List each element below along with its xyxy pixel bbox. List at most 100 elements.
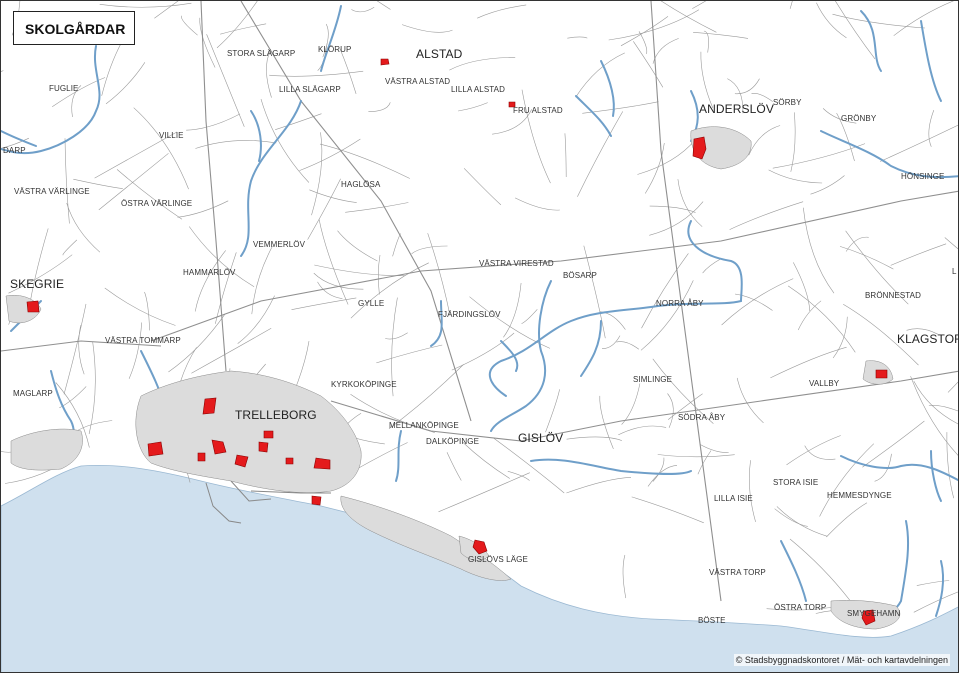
map[interactable]: SKOLGÅRDAR TRELLEBORG ANDERSLÖV GISLÖV S…: [0, 0, 959, 673]
place-label: LILLA SLÄGARP: [279, 85, 341, 94]
place-label: LILLA ISIE: [714, 494, 753, 503]
school-yard: [147, 441, 164, 457]
place-label: FJÄRDINGSLÖV: [438, 310, 501, 319]
road-line: [503, 282, 522, 338]
place-label: GYLLE: [358, 299, 385, 308]
road-line: [411, 245, 448, 254]
road-line: [748, 125, 781, 156]
road-line: [388, 364, 464, 429]
road-line: [181, 15, 198, 36]
road-line: [631, 496, 704, 524]
school-yard: [26, 300, 40, 313]
road-line: [215, 252, 237, 324]
road-line: [376, 344, 443, 364]
road-line: [649, 201, 704, 236]
road-line: [64, 138, 70, 224]
road-line: [345, 202, 409, 213]
road-line: [577, 111, 624, 197]
road-line: [463, 168, 502, 206]
road-line: [928, 109, 935, 147]
place-label: L: [952, 267, 957, 276]
place-label: VÄSTRA TORP: [709, 568, 766, 577]
place-label: VÄSTRA VÄRLINGE: [14, 187, 90, 196]
road-line: [700, 51, 714, 109]
road-line: [62, 239, 78, 256]
road-line: [793, 262, 811, 312]
road-line: [944, 237, 958, 250]
road-line: [216, 1, 258, 49]
road-line: [832, 316, 848, 359]
place-label: HAMMARLÖV: [183, 268, 236, 277]
place-label: VALLBY: [809, 379, 840, 388]
road-line: [839, 246, 894, 270]
road-line: [392, 233, 401, 257]
road-line: [458, 102, 488, 112]
road-line: [810, 175, 845, 195]
road-line: [144, 291, 150, 331]
road-line: [835, 1, 876, 60]
road-line: [622, 554, 627, 599]
road-line: [350, 262, 429, 319]
road-line: [514, 197, 560, 211]
place-label: ÖSTRA VÄRLINGE: [121, 199, 193, 208]
place-label: GRÖNBY: [841, 114, 877, 123]
place-label: KLÖRUP: [318, 45, 352, 54]
place-label: KYRKOKÖPINGE: [331, 380, 397, 389]
place-label: STORA SLÄGARP: [227, 49, 296, 58]
road-line: [427, 233, 451, 315]
road-line: [819, 443, 875, 517]
road-line: [633, 41, 664, 88]
road-line: [275, 113, 322, 130]
place-label: VEMMERLÖV: [253, 240, 306, 249]
road-line: [307, 178, 341, 240]
place-label: VILLIE: [159, 131, 184, 140]
road-line: [826, 502, 868, 538]
road-line: [700, 444, 729, 453]
road-line: [521, 89, 551, 184]
school-yard: [380, 58, 390, 66]
place-label: VÄSTRA TOMMARP: [105, 336, 181, 345]
place-label: SMYGEHAMN: [847, 609, 901, 618]
road-line: [220, 23, 267, 35]
road-line: [566, 477, 632, 494]
place-label: SÖDRA ÅBY: [678, 413, 726, 422]
road-line: [692, 1, 707, 9]
road-line: [311, 132, 323, 216]
road-line: [317, 281, 343, 299]
road-line: [790, 112, 796, 172]
road-line: [59, 386, 87, 409]
road-line: [133, 107, 189, 190]
road-line: [786, 435, 841, 466]
road-line: [816, 2, 847, 39]
map-title: SKOLGÅRDAR: [25, 21, 126, 37]
road-line: [582, 101, 659, 114]
road-line: [339, 48, 357, 94]
road-line: [29, 228, 49, 305]
town-label-klagstorp: KLAGSTORP: [897, 332, 958, 346]
road-line: [641, 253, 689, 329]
road-line: [768, 169, 823, 184]
main-road: [150, 190, 958, 342]
school-yard: [202, 397, 217, 415]
road-line: [99, 2, 192, 8]
road-line: [128, 322, 142, 379]
place-label: BRÖNNESTAD: [865, 291, 921, 300]
town-label-skegrie: SKEGRIE: [10, 277, 65, 291]
road-line: [319, 143, 410, 179]
school-yard: [313, 457, 331, 470]
place-label: SIMLINGE: [633, 375, 673, 384]
road-line: [913, 591, 958, 613]
place-label: NORRA ÅBY: [656, 299, 704, 308]
place-label: BÖSARP: [563, 271, 597, 280]
road-line: [787, 285, 856, 353]
place-label: HAGLÖSA: [341, 180, 381, 189]
school-yard: [311, 495, 322, 506]
road-line: [291, 297, 357, 310]
place-label: DALKÖPINGE: [426, 437, 480, 446]
road-line: [318, 219, 349, 305]
road-line: [702, 258, 721, 274]
road-line: [521, 309, 538, 324]
road-line: [63, 303, 87, 395]
road-line: [774, 508, 808, 527]
place-label: STORA ISIE: [773, 478, 819, 487]
